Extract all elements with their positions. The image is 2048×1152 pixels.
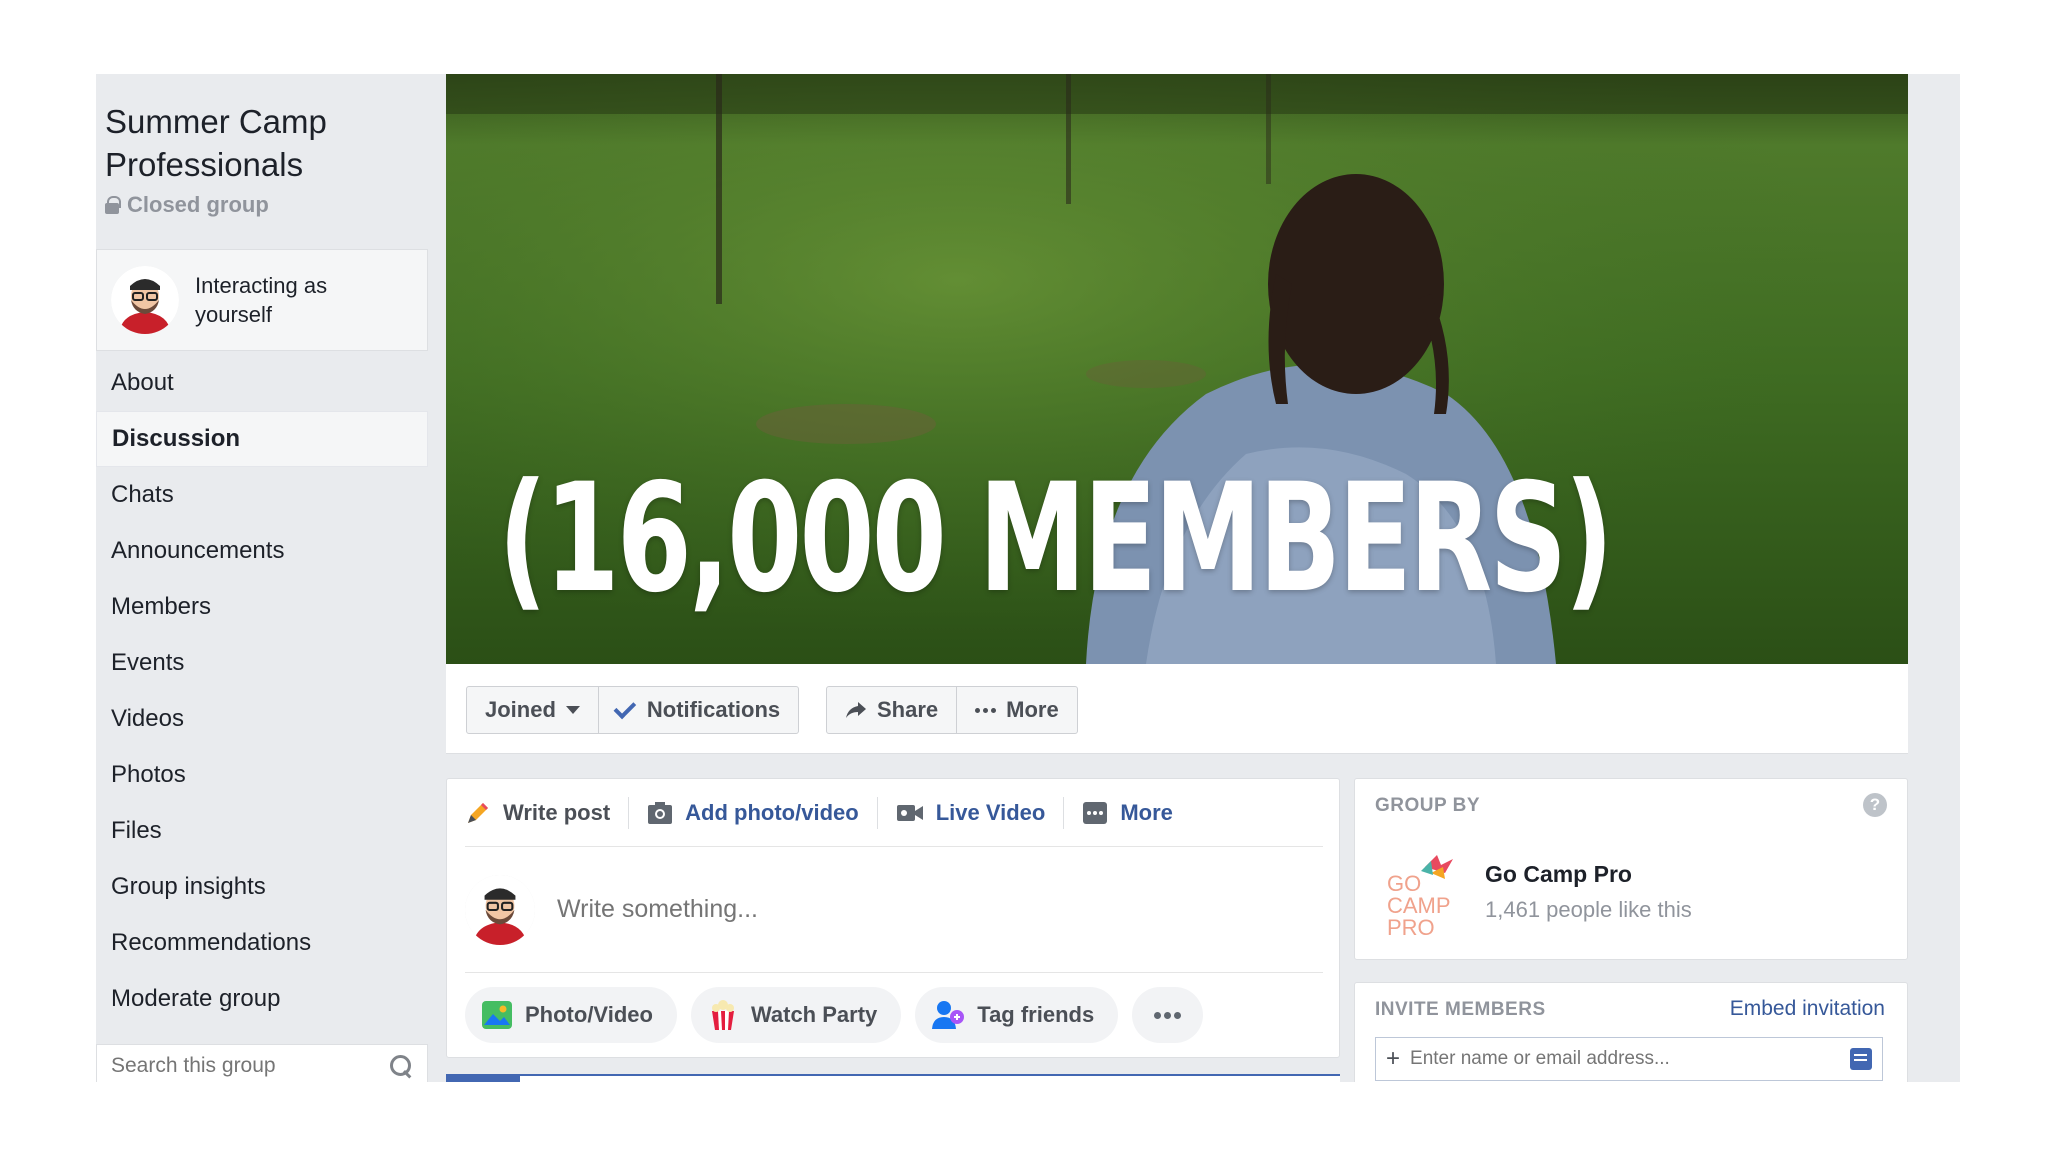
watch-party-button[interactable]: Watch Party [690, 987, 902, 1043]
share-label: Share [877, 697, 939, 722]
more-icon [1082, 801, 1108, 825]
ellipsis-icon [1154, 1011, 1182, 1019]
add-photo-video-label: Add photo/video [685, 799, 859, 825]
post-composer: Write post Add photo/video Live Video Mo… [446, 778, 1340, 1058]
nav-item-group-insights[interactable]: Group insights [96, 859, 428, 915]
invite-members-card: INVITE MEMBERS Embed invitation + [1354, 982, 1908, 1082]
nav-item-chats[interactable]: Chats [96, 467, 428, 523]
group-action-bar: Joined Notifications Share More [446, 664, 1908, 754]
group-by-card: GROUP BY ? GO CAMP PRO Go Camp Pro 1,461… [1354, 778, 1908, 960]
nav-item-discussion[interactable]: Discussion [96, 411, 428, 467]
search-input[interactable] [111, 1054, 361, 1078]
share-more-buttons: Share More [826, 686, 1078, 734]
more-label: More [1006, 697, 1059, 722]
photo-video-button[interactable]: Photo/Video [465, 987, 677, 1043]
nav-item-events[interactable]: Events [96, 635, 428, 691]
tag-friends-icon [932, 1001, 965, 1029]
pencil-icon [465, 800, 491, 826]
watch-party-label: Watch Party [750, 1002, 878, 1027]
joined-label: Joined [485, 697, 556, 722]
invite-field: + [1375, 1037, 1883, 1081]
interacting-as-panel[interactable]: Interacting as yourself [96, 249, 428, 351]
note-icon[interactable] [1850, 1048, 1872, 1070]
nav-item-announcements[interactable]: Announcements [96, 523, 428, 579]
notifications-label: Notifications [646, 697, 781, 722]
video-icon [896, 802, 924, 824]
group-search-box [96, 1044, 428, 1082]
group-page: Summer Camp Professionals Closed group I… [96, 74, 1960, 1082]
nav-item-videos[interactable]: Videos [96, 691, 428, 747]
popcorn-icon [711, 1000, 734, 1030]
group-title[interactable]: Summer Camp Professionals [105, 100, 432, 186]
group-by-heading: GROUP BY [1375, 795, 1481, 816]
avatar [111, 266, 179, 334]
logo-text-pro: PRO [1387, 915, 1435, 939]
nav-item-recommendations[interactable]: Recommendations [96, 915, 428, 971]
interacting-as-label: Interacting as yourself [195, 273, 328, 327]
post-input[interactable] [557, 895, 1257, 924]
composer-tabs: Write post Add photo/video Live Video Mo… [465, 779, 1323, 847]
chevron-down-icon [565, 706, 580, 714]
ellipsis-icon [975, 707, 997, 713]
more-button[interactable]: More [956, 687, 1077, 733]
page-likes: 1,461 people like this [1485, 897, 1692, 922]
joined-button[interactable]: Joined [467, 687, 598, 733]
share-button[interactable]: Share [827, 687, 956, 733]
plus-icon: + [1386, 1045, 1401, 1072]
composer-actions: Photo/Video Watch Party Tag friends [465, 987, 1204, 1043]
nav-item-files[interactable]: Files [96, 803, 428, 859]
invite-input[interactable] [1410, 1048, 1840, 1070]
cover-photo[interactable]: (16,000 MEMBERS) [446, 74, 1908, 664]
cover-caption: (16,000 MEMBERS) [498, 452, 1614, 626]
tag-friends-button[interactable]: Tag friends [915, 987, 1119, 1043]
avatar [465, 874, 535, 945]
check-icon [613, 696, 637, 720]
live-video-label: Live Video [935, 799, 1046, 825]
go-camp-pro-logo[interactable]: GO CAMP PRO [1385, 853, 1459, 940]
membership-buttons: Joined Notifications [466, 686, 800, 734]
composer-body [465, 847, 1323, 973]
nav-item-photos[interactable]: Photos [96, 747, 428, 803]
feed-loading-bar [446, 1074, 1340, 1082]
nav-item-about[interactable]: About [96, 355, 428, 411]
photo-icon [482, 1001, 512, 1029]
embed-invitation-link[interactable]: Embed invitation [1730, 997, 1885, 1021]
left-sidebar: Summer Camp Professionals Closed group I… [96, 74, 432, 1082]
tab-more[interactable]: More [1063, 796, 1191, 829]
group-nav: About Discussion Chats Announcements Mem… [96, 355, 428, 1027]
tab-live-video[interactable]: Live Video [876, 796, 1064, 829]
photo-video-label: Photo/Video [525, 1002, 653, 1027]
camera-icon [647, 801, 673, 825]
nav-item-members[interactable]: Members [96, 579, 428, 635]
group-privacy: Closed group [105, 192, 269, 218]
nav-item-moderate-group[interactable]: Moderate group [96, 971, 428, 1027]
help-icon[interactable]: ? [1863, 793, 1887, 817]
share-icon [845, 700, 867, 720]
more-options-button[interactable] [1132, 987, 1204, 1043]
group-privacy-label: Closed group [127, 192, 269, 217]
notifications-button[interactable]: Notifications [597, 687, 798, 733]
more-tab-label: More [1120, 799, 1173, 825]
lock-icon [105, 196, 121, 214]
write-post-label: Write post [503, 799, 611, 825]
tag-friends-label: Tag friends [977, 1002, 1095, 1027]
search-icon[interactable] [389, 1054, 413, 1078]
tab-write-post[interactable]: Write post [465, 797, 628, 829]
page-name[interactable]: Go Camp Pro [1485, 861, 1632, 888]
tab-add-photo-video[interactable]: Add photo/video [628, 796, 877, 829]
invite-heading: INVITE MEMBERS [1375, 999, 1546, 1020]
